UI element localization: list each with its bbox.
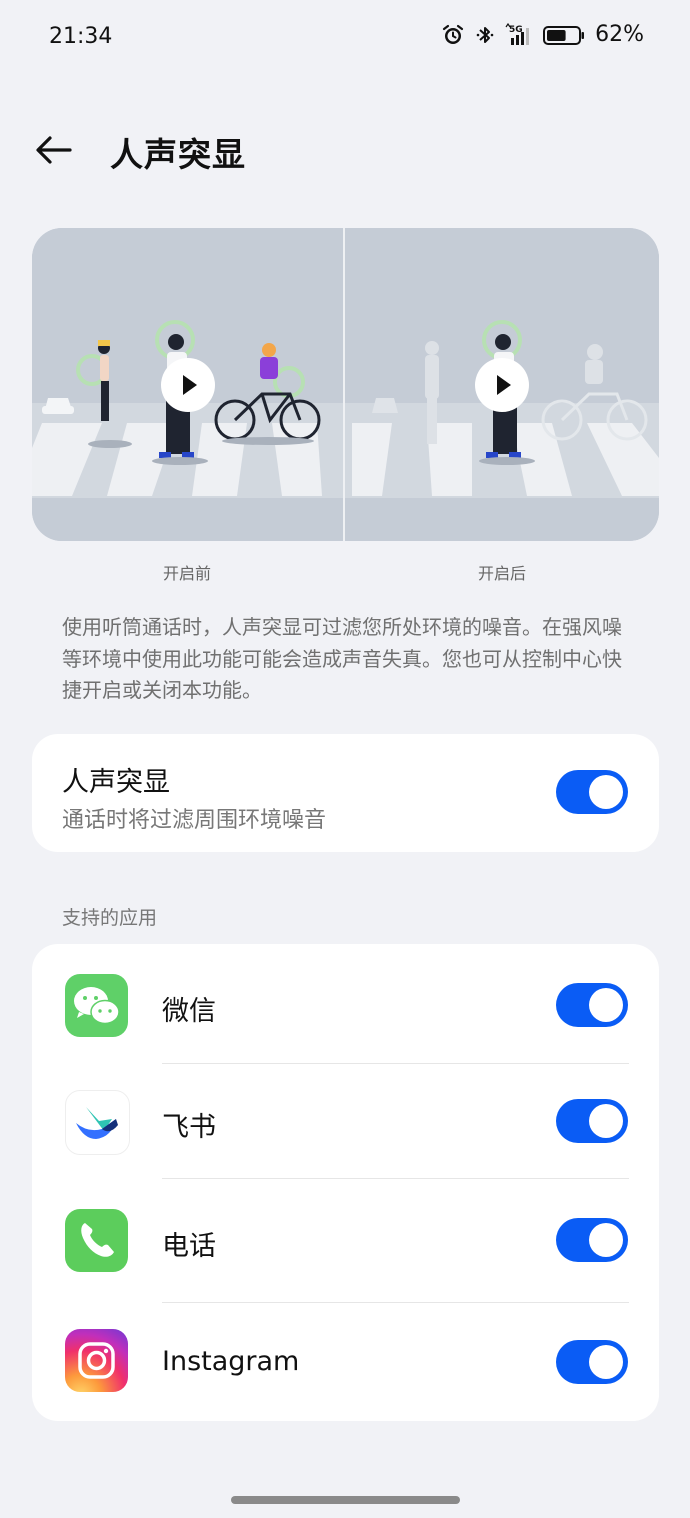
feishu-icon	[65, 1090, 130, 1155]
wechat-icon	[65, 974, 128, 1037]
app-name-instagram: Instagram	[162, 1346, 300, 1377]
toggle-knob	[589, 1345, 623, 1379]
battery-icon	[543, 23, 585, 47]
app-name-wechat: 微信	[162, 996, 216, 1027]
main-setting-toggle[interactable]	[556, 770, 628, 814]
toggle-knob	[589, 1223, 623, 1257]
main-setting-title: 人声突显	[62, 767, 170, 798]
phone-icon	[65, 1209, 128, 1272]
toggle-phone[interactable]	[556, 1218, 628, 1262]
app-name-phone: 电话	[162, 1231, 216, 1262]
status-time: 21:34	[49, 24, 113, 49]
app-row-wechat: 微信	[32, 944, 659, 1062]
toggle-knob	[589, 775, 623, 809]
toggle-wechat[interactable]	[556, 983, 628, 1027]
status-icons: 5G 62%	[441, 22, 644, 47]
toggle-feishu[interactable]	[556, 1099, 628, 1143]
apps-card: 微信 飞书 电话 Instagram	[32, 944, 659, 1421]
toggle-knob	[589, 988, 623, 1022]
back-button[interactable]	[30, 128, 78, 172]
back-arrow-icon	[36, 136, 72, 164]
signal-5g-icon: 5G	[505, 22, 535, 47]
comparison-illustration	[32, 228, 659, 541]
app-name-feishu: 飞书	[162, 1112, 216, 1143]
section-label: 支持的应用	[62, 907, 158, 929]
main-setting-subtitle: 通话时将过滤周围环境噪音	[62, 808, 327, 833]
before-caption: 开启前	[162, 564, 211, 583]
toggle-knob	[589, 1104, 623, 1138]
status-bar: 21:34 5G 62%	[0, 0, 690, 80]
svg-text:5G: 5G	[509, 25, 523, 35]
instagram-icon	[65, 1329, 128, 1392]
app-row-phone: 电话	[32, 1180, 659, 1298]
top-bar: 人声突显	[0, 110, 690, 190]
after-caption: 开启后	[477, 564, 526, 583]
feature-description: 使用听筒通话时，人声突显可过滤您所处环境的噪音。在强风噪等环境中使用此功能可能会…	[62, 615, 622, 702]
home-indicator[interactable]	[231, 1496, 460, 1504]
bluetooth-icon	[473, 23, 497, 47]
battery-percent: 62%	[595, 22, 644, 47]
app-row-instagram: Instagram	[32, 1302, 659, 1420]
play-before-button[interactable]	[161, 358, 215, 412]
app-row-feishu: 飞书	[32, 1062, 659, 1180]
page-title: 人声突显	[110, 135, 246, 174]
alarm-icon	[441, 23, 465, 47]
main-setting-card: 人声突显 通话时将过滤周围环境噪音	[32, 734, 659, 852]
divider	[162, 1178, 629, 1179]
play-after-button[interactable]	[475, 358, 529, 412]
toggle-instagram[interactable]	[556, 1340, 628, 1384]
